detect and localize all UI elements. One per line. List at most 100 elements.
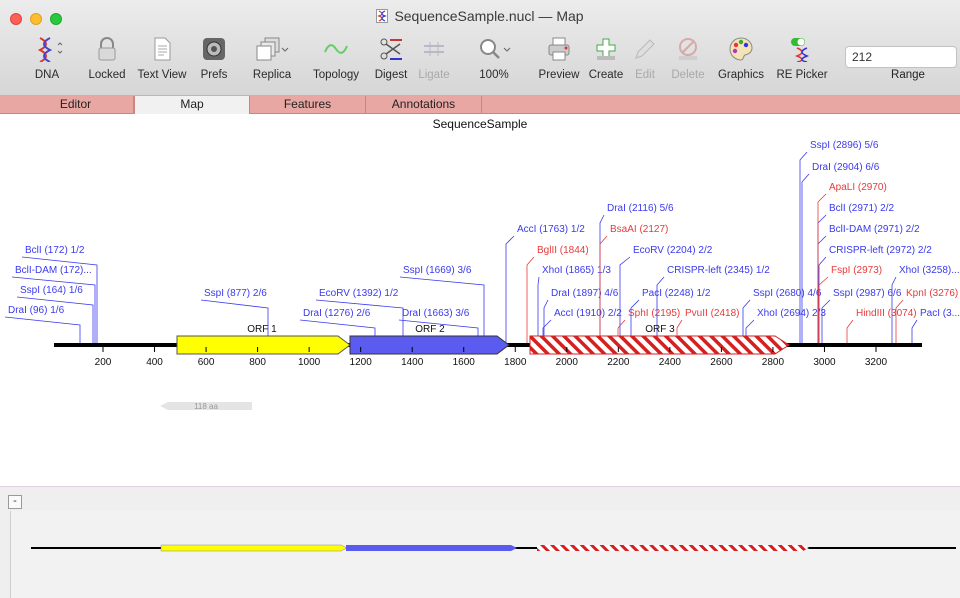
restriction-site-label[interactable]: DraI (1897) 4/6: [551, 288, 619, 299]
restriction-site-label[interactable]: SspI (877) 2/6: [204, 288, 267, 299]
axis-tick-label: 800: [249, 357, 266, 368]
restriction-site-label[interactable]: XhoI (3258)...: [899, 265, 960, 276]
view-tab-bar: Editor Map Features Annotations: [0, 96, 960, 114]
restriction-site-label[interactable]: SspI (2987) 6/6: [833, 288, 902, 299]
digest-tool-button[interactable]: Digest: [370, 32, 412, 90]
range-label: Range: [891, 69, 925, 81]
ligate-tool-button[interactable]: Ligate: [414, 32, 454, 90]
restriction-site-label[interactable]: EcoRV (1392) 1/2: [319, 288, 399, 299]
window-title-text: SequenceSample.nucl — Map: [394, 8, 584, 24]
restriction-site-label-unique[interactable]: FspI (2973): [831, 265, 882, 276]
toolbar: DNA Locked Text View Prefs Replica Topol…: [0, 32, 960, 92]
restriction-site-label-leader-line: [16, 296, 94, 343]
axis-tick-label: 2200: [607, 357, 630, 368]
restriction-site-label[interactable]: DraI (2116) 5/6: [607, 203, 674, 214]
restriction-site-label[interactable]: PacI (3...: [920, 308, 960, 319]
axis-tick-label: 1600: [453, 357, 476, 368]
restriction-site-label[interactable]: XhoI (2694) 2/3: [757, 308, 826, 319]
locked-tool-button[interactable]: Locked: [84, 32, 130, 90]
graphics-tool-label: Graphics: [717, 69, 765, 81]
text-view-tool-button[interactable]: Text View: [134, 32, 190, 90]
tab-features[interactable]: Features: [250, 96, 366, 114]
dna-tool-button[interactable]: DNA: [22, 32, 72, 90]
restriction-site-label-unique[interactable]: PvuII (2418): [685, 308, 739, 319]
overview-orf3: [537, 545, 809, 551]
re-picker-tool-label: RE Picker: [776, 69, 828, 81]
axis-tick-label: 400: [146, 357, 163, 368]
restriction-site-label-unique[interactable]: BglII (1844): [537, 245, 589, 256]
tab-annotations[interactable]: Annotations: [366, 96, 482, 114]
axis-tick-label: 2400: [659, 357, 682, 368]
orf3-arrow[interactable]: [529, 335, 790, 355]
collapse-overview-button[interactable]: -: [8, 495, 22, 509]
preview-tool-button[interactable]: Preview: [534, 32, 584, 90]
delete-tool-button[interactable]: Delete: [666, 32, 710, 90]
restriction-site-label[interactable]: CRISPR-left (2972) 2/2: [829, 245, 932, 256]
restriction-site-label[interactable]: AccI (1910) 2/2: [554, 308, 622, 319]
axis-tick-label: 1000: [298, 357, 321, 368]
re-picker-icon: [791, 38, 810, 62]
orf2-label: ORF 2: [415, 324, 445, 335]
restriction-site-label[interactable]: SspI (1669) 3/6: [403, 265, 472, 276]
range-input[interactable]: 212: [845, 46, 957, 68]
create-icon: [596, 38, 616, 60]
restriction-site-label[interactable]: BclI (172) 1/2: [25, 245, 85, 256]
restriction-site-label[interactable]: CRISPR-left (2345) 1/2: [667, 265, 770, 276]
prefs-tool-label: Prefs: [200, 69, 228, 81]
restriction-site-label[interactable]: DraI (2904) 6/6: [812, 162, 880, 173]
preview-tool-label: Preview: [538, 69, 580, 81]
restriction-site-label[interactable]: EcoRV (2204) 2/2: [633, 245, 713, 256]
restriction-site-label[interactable]: PacI (2248) 1/2: [642, 288, 711, 299]
orf1-label: ORF 1: [247, 324, 277, 335]
restriction-site-label-leader-line: [911, 319, 918, 343]
edit-tool-label: Edit: [635, 69, 655, 81]
tab-editor[interactable]: Editor: [18, 96, 134, 114]
orf2-arrow[interactable]: [349, 335, 510, 355]
topology-tool-button[interactable]: Topology: [308, 32, 364, 90]
window-title: SequenceSample.nucl — Map: [0, 8, 960, 24]
restriction-site-label[interactable]: BclI-DAM (2971) 2/2: [829, 224, 920, 235]
ligate-tool-label: Ligate: [418, 69, 450, 81]
prefs-tool-button[interactable]: Prefs: [194, 32, 234, 90]
sequence-map: SequenceSample DraI (96) 1/6 SspI (164) 1…: [0, 114, 960, 486]
overview-panel: -: [0, 486, 960, 598]
gear-icon: [203, 38, 225, 60]
axis-tick-label: 3000: [813, 357, 836, 368]
restriction-site-label[interactable]: BclI (2971) 2/2: [829, 203, 894, 214]
graphics-tool-button[interactable]: Graphics: [714, 32, 768, 90]
restriction-site-label-unique[interactable]: KpnI (3276): [906, 288, 958, 299]
restriction-site-label[interactable]: SspI (2896) 5/6: [810, 140, 879, 151]
restriction-site-label[interactable]: AccI (1763) 1/2: [517, 224, 585, 235]
restriction-site-label[interactable]: DraI (96) 1/6: [8, 305, 65, 316]
axis-tick-label: 2800: [762, 357, 785, 368]
restriction-site-label-leader-line: [818, 256, 827, 343]
tab-map[interactable]: Map: [134, 96, 250, 114]
restriction-site-label[interactable]: DraI (1276) 2/6: [303, 308, 371, 319]
map-canvas: DraI (96) 1/6 SspI (164) 1/6 BclI-DAM (172…: [4, 140, 960, 411]
restriction-site-label-leader-line: [619, 256, 631, 343]
orf3-label: ORF 3: [645, 324, 675, 335]
restriction-site-label[interactable]: SspI (2680) 4/6: [753, 288, 822, 299]
re-picker-tool-button[interactable]: RE Picker: [772, 32, 832, 90]
restriction-site-label-unique[interactable]: BsaAI (2127): [610, 224, 668, 235]
palette-icon: [729, 37, 753, 61]
delete-icon: [679, 38, 697, 60]
overview-pane[interactable]: [10, 511, 960, 598]
restriction-site-label-unique[interactable]: SphI (2195): [628, 308, 680, 319]
replica-tool-button[interactable]: Replica: [246, 32, 298, 90]
restriction-site-label[interactable]: SspI (164) 1/6: [20, 285, 83, 296]
restriction-site-label[interactable]: DraI (1663) 3/6: [402, 308, 470, 319]
restriction-site-label-unique-leader-line: [846, 319, 854, 343]
translation-label: 118 aa: [194, 402, 218, 411]
orf1-arrow[interactable]: [176, 335, 351, 355]
create-tool-button[interactable]: Create: [586, 32, 626, 90]
delete-tool-label: Delete: [671, 69, 705, 81]
edit-tool-button[interactable]: Edit: [628, 32, 662, 90]
zoom-tool-button[interactable]: 100%: [468, 32, 520, 90]
restriction-site-label[interactable]: BclI-DAM (172)...: [15, 265, 92, 276]
restriction-site-label-unique[interactable]: ApaLI (2970): [829, 182, 887, 193]
restriction-site-label-unique[interactable]: HindIII (3074): [856, 308, 917, 319]
axis-tick-label: 1400: [401, 357, 424, 368]
restriction-sites-layer: DraI (96) 1/6 SspI (164) 1/6 BclI-DAM (172…: [4, 140, 960, 343]
restriction-site-label[interactable]: XhoI (1865) 1/3: [542, 265, 611, 276]
